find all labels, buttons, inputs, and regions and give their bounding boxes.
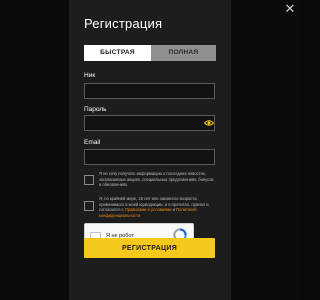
eye-icon[interactable] bbox=[204, 119, 214, 127]
age-consent-text: Я, по крайней мере, 18 лет или законного… bbox=[99, 196, 217, 218]
marketing-consent-text: Я не хочу получать информацию о последни… bbox=[99, 171, 214, 188]
terms-link[interactable]: Правилами и условиями bbox=[125, 207, 172, 212]
password-label: Пароль bbox=[84, 106, 107, 113]
age-checkbox[interactable] bbox=[84, 201, 94, 211]
marketing-checkbox[interactable] bbox=[84, 175, 94, 185]
nick-label: Ник bbox=[84, 72, 96, 79]
email-label: Email bbox=[84, 139, 101, 146]
email-input[interactable] bbox=[84, 149, 215, 165]
close-icon[interactable]: ✕ bbox=[283, 2, 297, 16]
register-button[interactable]: РЕГИСТРАЦИЯ bbox=[84, 238, 215, 258]
tab-fast[interactable]: БЫСТРАЯ bbox=[84, 45, 151, 61]
nick-input[interactable] bbox=[84, 83, 215, 99]
page-title: Регистрация bbox=[84, 16, 163, 31]
registration-tabs: БЫСТРАЯ ПОЛНАЯ bbox=[84, 45, 216, 61]
tab-full[interactable]: ПОЛНАЯ bbox=[151, 45, 216, 61]
password-input[interactable] bbox=[84, 115, 215, 131]
